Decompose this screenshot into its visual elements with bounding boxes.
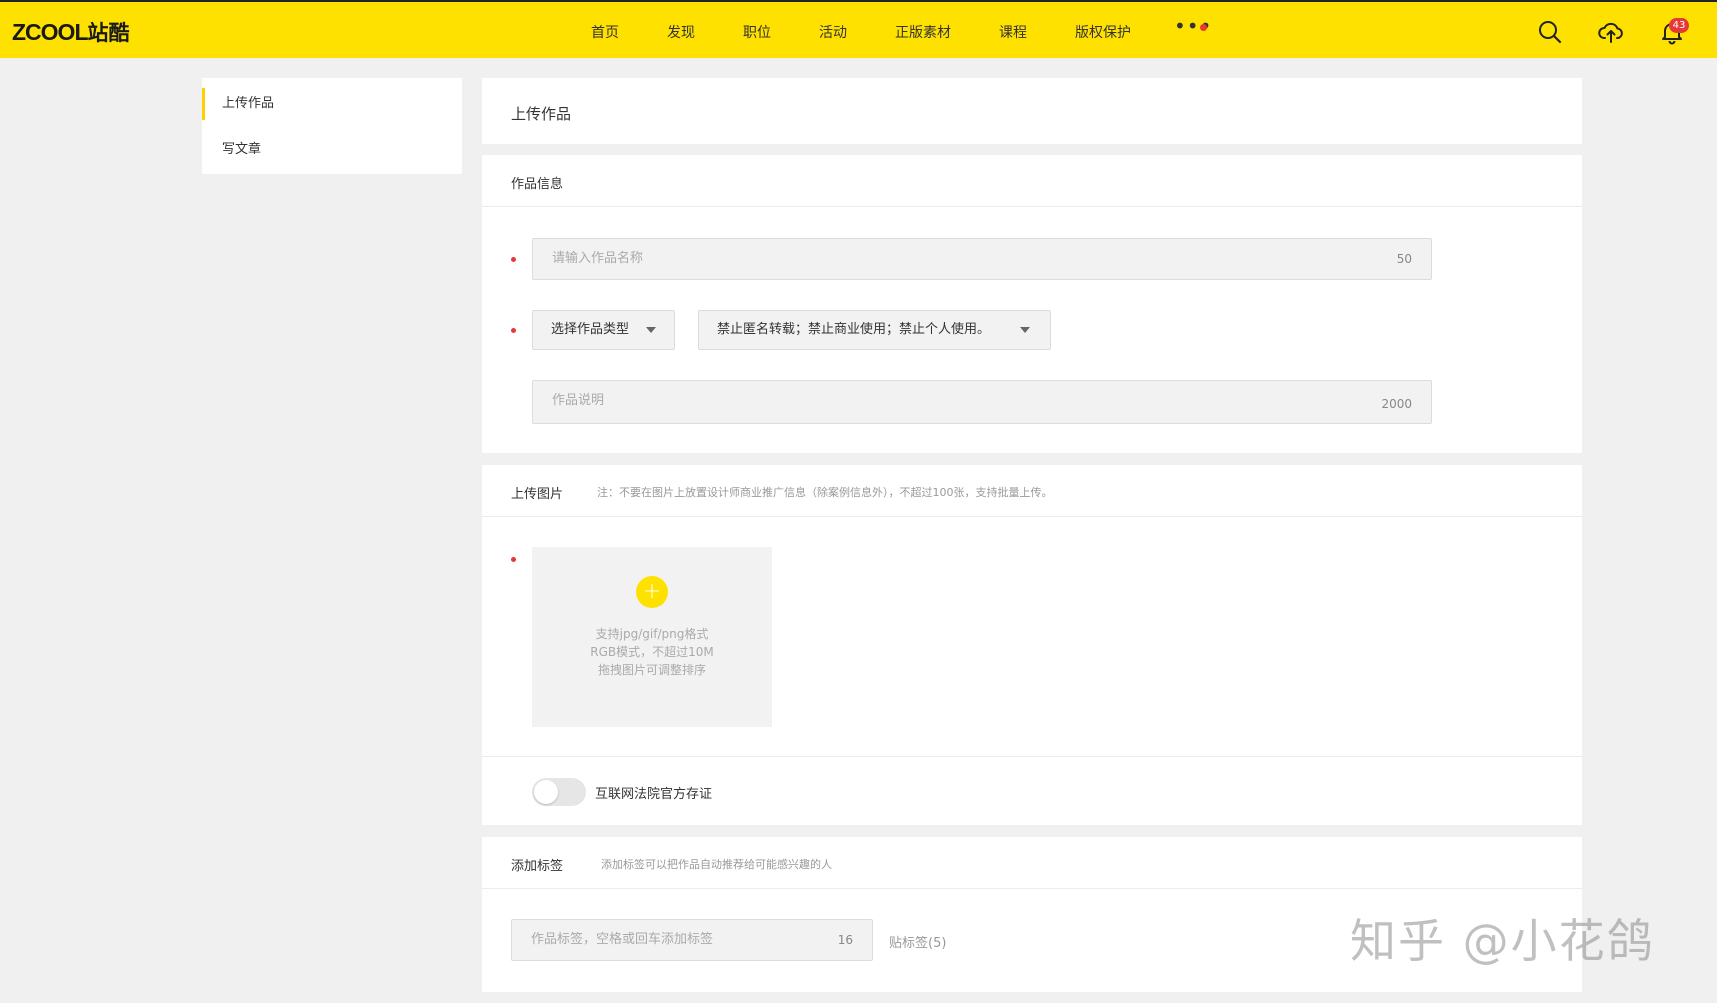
required-marker xyxy=(511,557,516,562)
nav-courses[interactable]: 课程 xyxy=(999,22,1027,42)
work-description-input[interactable]: 作品说明 2000 xyxy=(532,380,1432,424)
top-navigation-bar: ZCOOL站酷 首页 发现 职位 活动 正版素材 课程 版权保护 ••• 43 xyxy=(0,0,1717,58)
plus-icon: + xyxy=(636,576,668,608)
court-evidence-label: 互联网法院官方存证 xyxy=(595,787,713,802)
upload-images-note: 注：不要在图片上放置设计师商业推广信息（除案例信息外），不超过100张，支持批量… xyxy=(597,486,1053,499)
tags-note: 添加标签可以把作品自动推荐给可能感兴趣的人 xyxy=(601,858,832,871)
tags-input[interactable]: 作品标签，空格或回车添加标签 16 xyxy=(511,919,873,961)
evidence-toggle-row: 互联网法院官方存证 xyxy=(482,757,1582,825)
upload-images-heading: 上传图片 xyxy=(511,487,564,502)
logo-cn-text: 站酷 xyxy=(87,22,130,45)
nav-home[interactable]: 首页 xyxy=(591,22,619,42)
work-type-select[interactable]: 选择作品类型 xyxy=(532,310,675,350)
nav-stock-assets[interactable]: 正版素材 xyxy=(895,22,951,42)
search-icon[interactable] xyxy=(1537,19,1563,45)
logo-text: ZCOOL xyxy=(12,19,88,45)
upload-images-panel: 上传图片 注：不要在图片上放置设计师商业推广信息（除案例信息外），不超过100张… xyxy=(482,465,1582,825)
upload-hint-line: 拖拽图片可调整排序 xyxy=(597,663,706,677)
work-description-placeholder: 作品说明 xyxy=(552,393,605,408)
work-title-char-count: 50 xyxy=(1396,252,1412,266)
upload-hint-line: 支持jpg/gif/png格式 xyxy=(595,627,709,641)
notification-badge: 43 xyxy=(1669,18,1689,33)
tags-char-count: 16 xyxy=(837,933,853,947)
work-title-input[interactable]: 请输入作品名称 50 xyxy=(532,238,1432,280)
work-description-char-count: 2000 xyxy=(1381,397,1412,411)
new-indicator-dot xyxy=(1200,24,1207,31)
work-title-placeholder: 请输入作品名称 xyxy=(552,251,644,266)
required-marker xyxy=(511,328,516,333)
zcool-logo[interactable]: ZCOOL站酷 xyxy=(12,17,130,47)
work-info-heading: 作品信息 xyxy=(511,177,564,192)
chevron-down-icon xyxy=(1020,327,1030,333)
sidebar-item-upload-work[interactable]: 上传作品 xyxy=(202,88,462,120)
nav-discover[interactable]: 发现 xyxy=(667,22,695,42)
license-select[interactable]: 禁止匿名转载；禁止商业使用；禁止个人使用。 xyxy=(698,310,1051,350)
zhihu-watermark: 知乎 @小花鸽 xyxy=(1350,914,1655,968)
page-title-panel: 上传作品 xyxy=(482,78,1582,144)
tags-header: 添加标签 添加标签可以把作品自动推荐给可能感兴趣的人 xyxy=(482,837,1582,889)
work-type-value: 选择作品类型 xyxy=(551,322,630,337)
upload-images-header: 上传图片 注：不要在图片上放置设计师商业推广信息（除案例信息外），不超过100张… xyxy=(482,465,1582,517)
image-upload-dropzone[interactable]: + 支持jpg/gif/png格式 RGB模式，不超过10M 拖拽图片可调整排序 xyxy=(532,547,772,727)
toggle-knob xyxy=(534,780,558,804)
paste-tags-link[interactable]: 贴标签(5) xyxy=(889,932,946,951)
tags-placeholder: 作品标签，空格或回车添加标签 xyxy=(531,932,714,947)
license-value: 禁止匿名转载；禁止商业使用；禁止个人使用。 xyxy=(717,322,991,337)
work-info-header: 作品信息 xyxy=(482,155,1582,207)
nav-jobs[interactable]: 职位 xyxy=(743,22,771,42)
sidebar-item-write-article[interactable]: 写文章 xyxy=(202,134,462,166)
court-evidence-toggle[interactable] xyxy=(532,778,586,806)
required-marker xyxy=(511,257,516,262)
nav-copyright[interactable]: 版权保护 xyxy=(1075,22,1131,42)
upload-hint-line: RGB模式，不超过10M xyxy=(590,645,714,659)
sidebar: 上传作品 写文章 xyxy=(202,78,462,174)
tags-heading: 添加标签 xyxy=(511,859,564,874)
nav-events[interactable]: 活动 xyxy=(819,22,847,42)
work-info-panel: 作品信息 请输入作品名称 50 选择作品类型 禁止匿名转载；禁止商业使用；禁止个… xyxy=(482,155,1582,453)
upload-cloud-icon[interactable] xyxy=(1598,19,1624,45)
nav-more-button[interactable]: ••• xyxy=(1174,16,1212,38)
chevron-down-icon xyxy=(646,327,656,333)
page-title: 上传作品 xyxy=(511,105,572,123)
